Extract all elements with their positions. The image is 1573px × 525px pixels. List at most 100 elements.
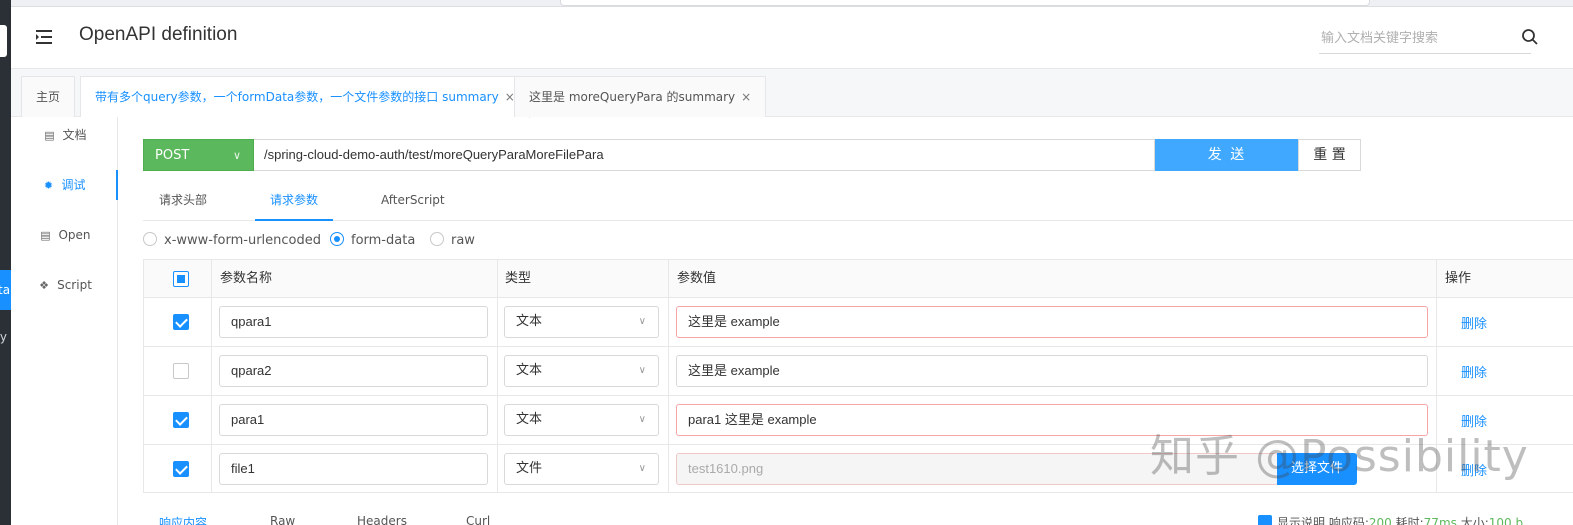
choose-file-button[interactable]: 选择文件 [1277,453,1357,485]
param-value-input[interactable]: para1 这里是 example [676,404,1428,436]
code-icon: ❖ [39,279,50,292]
param-name-input[interactable]: file1 [219,453,488,485]
search-icon[interactable] [1521,28,1539,46]
outer-strip-tab[interactable] [0,25,7,57]
nav-item-doc[interactable]: ▤ 文档 [11,120,118,150]
nav-item-open[interactable]: ▤ Open [11,220,118,250]
search-input[interactable] [1319,24,1509,52]
param-value-input[interactable]: 这里是 example [676,355,1428,387]
radio-label: form-data [351,233,416,248]
reset-button[interactable]: 重 置 [1298,139,1361,171]
radio-label: raw [451,233,475,248]
radio-circle [330,232,344,246]
tab-response-curl[interactable]: Curl [466,514,490,525]
params-table: 参数名称 类型 参数值 操作 qpara1 文本 ∨ 这里是 example 删除… [143,259,1573,493]
param-type-select[interactable]: 文本 ∨ [504,404,659,436]
status-code-value: 200 [1368,516,1392,525]
outer-strip-active-item[interactable]: ta [0,270,11,310]
browser-address-bar[interactable] [560,0,1370,6]
url-input[interactable]: /spring-cloud-demo-auth/test/moreQueryPa… [254,139,1155,171]
delete-link[interactable]: 删除 [1461,313,1487,332]
chevron-down-icon: ∨ [638,365,646,376]
search-box [1319,24,1531,54]
column-header-type: 类型 [505,271,532,286]
menu-fold-icon[interactable] [33,26,55,48]
tab-label: 带有多个query参数，一个formData参数，一个文件参数的接口 summa… [95,90,499,104]
radio-raw[interactable]: raw [430,232,475,250]
param-type-value: 文件 [516,461,543,476]
document-icon: ▤ [44,129,55,142]
tab-home[interactable]: 主页 [21,76,76,117]
tab-response-headers[interactable]: Headers [357,514,407,525]
table-row: para1 文本 ∨ para1 这里是 example 删除 [144,396,1573,445]
radio-circle [143,232,157,246]
outer-strip-item[interactable]: ry [0,330,11,350]
select-all-checkbox[interactable] [173,271,189,287]
table-row: qpara1 文本 ∨ 这里是 example 删除 [144,298,1573,347]
column-header-action: 操作 [1445,271,1472,286]
tab-bar: 主页 带有多个query参数，一个formData参数，一个文件参数的接口 su… [11,69,1573,118]
param-type-select[interactable]: 文本 ∨ [504,355,659,387]
tab-more-query-para[interactable]: 这里是 moreQueryPara 的summary × [514,76,767,117]
outer-app-strip: ta ry [0,0,11,525]
param-value-input[interactable]: 这里是 example [676,306,1428,338]
status-code-label: 响应码: [1328,516,1369,525]
size-label: 大小: [1460,516,1489,525]
tab-request-headers[interactable]: 请求头部 [159,181,207,221]
table-row: file1 文件 ∨ test1610.png 选择文件 删除 [144,445,1573,494]
param-name-input[interactable]: qpara1 [219,306,488,338]
time-label: 耗时: [1395,516,1424,525]
column-header-value: 参数值 [677,271,717,286]
close-icon[interactable]: × [741,90,751,104]
tab-response-content[interactable]: 响应内容 [159,514,207,525]
param-type-select[interactable]: 文本 ∨ [504,306,659,338]
param-name-input[interactable]: para1 [219,404,488,436]
param-type-value: 文本 [516,412,543,427]
nav-item-script[interactable]: ❖ Script [11,270,118,300]
size-value: 100 b [1488,516,1524,525]
delete-link[interactable]: 删除 [1461,411,1487,430]
tab-more-query-file-para[interactable]: 带有多个query参数，一个formData参数，一个文件参数的接口 summa… [80,76,530,118]
radio-form-data[interactable]: form-data [330,232,415,250]
tab-response-raw[interactable]: Raw [270,514,295,525]
row-checkbox[interactable] [173,412,189,428]
row-checkbox[interactable] [173,461,189,477]
row-checkbox[interactable] [173,363,189,379]
delete-link[interactable]: 删除 [1461,362,1487,381]
chevron-down-icon: ∨ [232,149,241,162]
file-icon: ▤ [40,229,51,242]
nav-item-label: 调试 [61,178,86,192]
request-subtabs: 请求头部 请求参数 AfterScript [143,181,1573,221]
response-bar: 响应内容 Raw Headers Curl 显示说明 响应码:200 耗时:77… [143,510,1573,525]
param-type-select[interactable]: 文件 ∨ [504,453,659,485]
column-header-name: 参数名称 [220,271,273,286]
chevron-down-icon: ∨ [638,316,646,327]
chevron-down-icon: ∨ [638,414,646,425]
param-type-value: 文本 [516,314,543,329]
tab-after-script[interactable]: AfterScript [381,181,445,221]
nav-item-label: Open [58,228,91,242]
nav-item-debug[interactable]: ✹ 调试 [11,170,118,200]
param-name-input[interactable]: qpara2 [219,355,488,387]
radio-urlencoded[interactable]: x-www-form-urlencoded [143,232,321,250]
header: OpenAPI definition [11,7,1573,69]
param-type-value: 文本 [516,363,543,378]
tab-request-params[interactable]: 请求参数 [255,181,333,221]
app-title: OpenAPI definition [79,24,238,45]
bug-icon: ✹ [43,179,54,192]
time-value: 77ms [1423,516,1457,525]
table-header: 参数名称 类型 参数值 操作 [144,260,1573,298]
send-button[interactable]: 发 送 [1155,139,1299,171]
radio-circle [430,232,444,246]
response-stats: 显示说明 响应码:200 耗时:77ms 大小:100 b [1258,514,1523,525]
show-desc-checkbox[interactable] [1258,515,1272,525]
file-path-field: test1610.png [676,453,1278,485]
method-select[interactable]: POST ∨ [143,139,254,171]
method-label: POST [155,148,190,163]
tab-label: 这里是 moreQueryPara 的summary [529,90,736,104]
table-row: qpara2 文本 ∨ 这里是 example 删除 [144,347,1573,396]
nav-item-label: 文档 [62,128,87,142]
delete-link[interactable]: 删除 [1461,460,1487,479]
browser-top-bar [0,0,1573,7]
row-checkbox[interactable] [173,314,189,330]
